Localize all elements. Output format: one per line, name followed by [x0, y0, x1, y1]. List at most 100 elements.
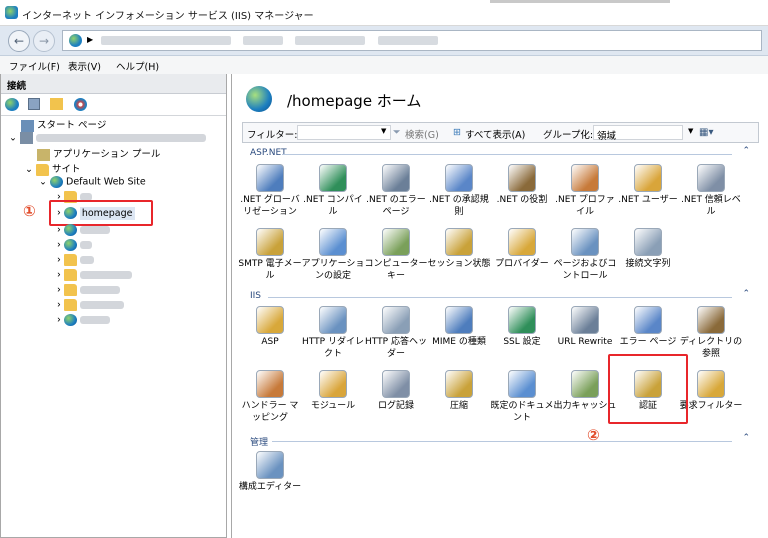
blurred-item — [79, 316, 110, 324]
feature-tile[interactable]: セッション状態 — [427, 228, 491, 270]
feature-tile[interactable]: アプリケーションの設定 — [301, 228, 365, 282]
tree-blurred-folder-3[interactable]: › — [57, 269, 132, 281]
feature-tile[interactable]: ログ記録 — [364, 370, 428, 412]
providers-icon — [508, 228, 536, 256]
menu-help[interactable]: ヘルプ(H) — [116, 59, 159, 73]
feature-tile[interactable]: コンピューター キー — [364, 228, 428, 282]
breadcrumb-blurred-sites[interactable] — [243, 36, 283, 45]
feature-tile[interactable]: ハンドラー マッピング — [238, 370, 302, 424]
feature-tile[interactable]: .NET コンパイル — [301, 164, 365, 218]
back-arrow-icon[interactable]: ← — [8, 30, 30, 52]
feature-tile[interactable]: SSL 設定 — [490, 306, 554, 348]
group-by-select[interactable]: 領域 — [593, 125, 683, 142]
expand-arrow-icon[interactable]: › — [57, 208, 61, 219]
net-error-pages-icon — [382, 164, 410, 192]
tree-start-page[interactable]: スタート ページ — [21, 117, 106, 132]
expand-arrow-icon[interactable]: › — [57, 240, 61, 251]
collapse-chevron-icon[interactable]: ⌃ — [742, 146, 750, 156]
feature-tile-label: ディレクトリの参照 — [679, 337, 743, 359]
feature-tile-label: MIME の種類 — [432, 337, 486, 347]
collapse-arrow-icon[interactable]: ⌄ — [25, 164, 33, 175]
tree-server[interactable]: ⌄ — [9, 132, 206, 144]
feature-tile[interactable]: .NET ユーザー — [616, 164, 680, 206]
feature-tile[interactable]: URL Rewrite — [553, 306, 617, 348]
tree-blurred-folder-2[interactable]: › — [57, 254, 94, 266]
expand-arrow-icon[interactable]: › — [57, 285, 61, 296]
feature-tile[interactable]: ページおよびコントロール — [553, 228, 617, 282]
forward-arrow-icon[interactable]: → — [33, 30, 55, 52]
feature-tile[interactable]: 接続文字列 — [616, 228, 680, 270]
url-rewrite-icon — [571, 306, 599, 334]
tree-blurred-folder-4[interactable]: › — [57, 284, 120, 296]
connections-header: 接続 — [1, 74, 226, 94]
breadcrumb-blurred-app[interactable] — [378, 36, 438, 45]
start-page-icon — [21, 119, 34, 132]
feature-tile[interactable]: HTTP 応答ヘッダー — [364, 306, 428, 360]
feature-tile[interactable]: ディレクトリの参照 — [679, 306, 743, 360]
feature-tile[interactable]: .NET の承認規則 — [427, 164, 491, 218]
collapse-chevron-icon[interactable]: ⌃ — [742, 433, 750, 443]
address-bar[interactable]: ▶ — [62, 30, 762, 51]
feature-tile[interactable]: .NET プロファイル — [553, 164, 617, 218]
features-pane: /homepage ホーム フィルター: ▼ ⏷ 検索(G) ⊞ すべて表示(A… — [231, 74, 768, 538]
expand-arrow-icon[interactable]: › — [57, 315, 61, 326]
feature-tile[interactable]: プロバイダー — [490, 228, 554, 270]
collapse-arrow-icon[interactable]: ⌄ — [9, 133, 17, 144]
machine-key-icon — [382, 228, 410, 256]
feature-tile[interactable]: HTTP リダイレクト — [301, 306, 365, 360]
expand-arrow-icon[interactable]: › — [57, 225, 61, 236]
feature-tile-label: .NET グローバリゼーション — [240, 195, 300, 217]
tree-blurred-app-3[interactable]: › — [57, 314, 110, 326]
expand-arrow-icon[interactable]: › — [57, 255, 61, 266]
filter-input[interactable] — [297, 125, 391, 140]
feature-tile[interactable]: 圧縮 — [427, 370, 491, 412]
menu-file[interactable]: ファイル(F) — [9, 59, 60, 73]
tree-default-site[interactable]: ⌄ Default Web Site — [39, 176, 146, 188]
search-button[interactable]: 検索(G) — [405, 127, 439, 141]
breadcrumb-blurred-site[interactable] — [295, 36, 365, 45]
tree-app-pools[interactable]: アプリケーション プール — [37, 146, 160, 161]
feature-tile[interactable]: .NET のエラー ページ — [364, 164, 428, 218]
feature-tile[interactable]: .NET の役割 — [490, 164, 554, 206]
feature-tile[interactable]: モジュール — [301, 370, 365, 412]
smtp-email-icon — [256, 228, 284, 256]
feature-tile[interactable]: ASP — [238, 306, 302, 348]
search-funnel-icon[interactable]: ⏷ — [393, 127, 401, 138]
feature-tile[interactable]: エラー ページ — [616, 306, 680, 348]
blurred-item — [79, 301, 124, 309]
collapse-chevron-icon[interactable]: ⌃ — [742, 289, 750, 299]
tree-blurred-app-2[interactable]: › — [57, 239, 92, 251]
feature-tile[interactable]: 既定のドキュメント — [490, 370, 554, 424]
group-by-label: グループ化: — [543, 130, 594, 141]
tree-sites[interactable]: ⌄ サイト — [25, 161, 81, 176]
feature-tile[interactable]: .NET グローバリゼーション — [238, 164, 302, 218]
breadcrumb-blurred-server[interactable] — [101, 36, 231, 45]
feature-tile[interactable]: 要求フィルター — [679, 370, 743, 412]
save-icon[interactable] — [28, 98, 40, 110]
feature-tile-label: ハンドラー マッピング — [241, 401, 299, 423]
feature-tile[interactable]: SMTP 電子メール — [238, 228, 302, 282]
show-all-icon[interactable]: ⊞ — [453, 127, 461, 138]
up-folder-icon[interactable] — [50, 98, 63, 110]
compression-icon — [445, 370, 473, 398]
http-redirect-icon — [319, 306, 347, 334]
feature-tile[interactable]: 構成エディター — [238, 451, 302, 493]
collapse-arrow-icon[interactable]: ⌄ — [39, 177, 47, 188]
feature-tile-label: .NET ユーザー — [618, 195, 678, 205]
show-all-button[interactable]: すべて表示(A) — [465, 127, 525, 141]
connect-globe-icon[interactable] — [5, 98, 19, 111]
expand-arrow-icon[interactable]: › — [57, 270, 61, 281]
filter-dropdown-icon[interactable]: ▼ — [381, 127, 386, 135]
group-by-dropdown-icon[interactable]: ▼ — [688, 127, 693, 135]
refresh-icon[interactable] — [74, 98, 87, 111]
menu-view[interactable]: 表示(V) — [68, 59, 101, 73]
feature-tile-label: HTTP リダイレクト — [302, 337, 364, 359]
feature-tile[interactable]: .NET 信頼レベル — [679, 164, 743, 218]
view-mode-icon[interactable]: ▦▾ — [699, 127, 713, 138]
tree-blurred-folder-5[interactable]: › — [57, 299, 124, 311]
handler-mappings-icon — [256, 370, 284, 398]
feature-tile[interactable]: MIME の種類 — [427, 306, 491, 348]
tree-homepage[interactable]: › homepage — [57, 206, 135, 220]
expand-arrow-icon[interactable]: › — [57, 300, 61, 311]
tree-blurred-app-1[interactable]: › — [57, 224, 110, 236]
